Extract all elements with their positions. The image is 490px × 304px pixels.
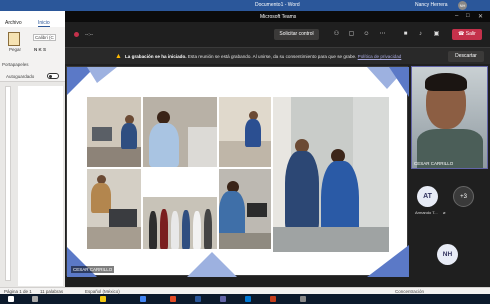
clipboard-group-label: Portapapeles [2, 62, 29, 67]
participant-avatar-at[interactable]: AT [417, 186, 438, 207]
participant-label-at: Armando T... [415, 210, 438, 215]
word-document-area [0, 82, 65, 287]
slide-decor-triangle [187, 252, 237, 277]
warning-icon: ▲ [115, 53, 122, 60]
participant-avatar-nh[interactable]: NH [437, 244, 458, 265]
windows-start-icon[interactable] [8, 296, 14, 302]
word-status-bar: Página 1 de 1 11 palabras Español (Méxic… [0, 287, 490, 294]
slide-photo-two-scientists [273, 97, 389, 252]
privacy-policy-link[interactable]: Política de privacidad [358, 54, 402, 59]
vertical-ruler [5, 86, 11, 281]
shared-screen-slide: CESAR CARRILLO [66, 66, 409, 277]
windows-taskbar [0, 294, 490, 304]
recording-notice-text: La grabación se ha iniciado. Esta reunió… [125, 54, 401, 59]
tab-archivo[interactable]: Archivo [5, 20, 22, 26]
settings-icon[interactable] [300, 296, 306, 302]
slide-photo-man-instrument [143, 97, 217, 167]
chrome-icon[interactable] [140, 296, 146, 302]
more-options-icon[interactable]: ⋯ [379, 31, 386, 38]
format-buttons[interactable]: N K S [34, 47, 46, 52]
slide-photo-man-laptop [219, 169, 271, 249]
slide-photo-lab-bench [87, 97, 141, 167]
recording-icon [74, 32, 79, 37]
autosave-toggle[interactable] [47, 73, 59, 79]
microphone-icon[interactable]: ♪ [417, 31, 424, 38]
chat-icon[interactable]: ▢ [348, 31, 355, 38]
slide-photo-computer [87, 169, 141, 249]
font-name-box[interactable]: Calibri (C [33, 34, 56, 41]
word-ribbon: Pegar Calibri (C N K S Portapapeles Auto… [0, 27, 65, 82]
participants-icon[interactable]: ⚇ [333, 31, 340, 38]
camera-icon[interactable]: ■ [402, 31, 409, 38]
word-user-name[interactable]: Nancy Herrera [415, 2, 448, 8]
meeting-toolbar: --:-- Solicitar control ⚇ ▢ ☺ ⋯ ■ ♪ ▣ ☎ … [65, 22, 490, 47]
request-control-button[interactable]: Solicitar control [274, 29, 319, 40]
teams-title-bar: Microsoft Teams – □ ✕ [65, 11, 490, 22]
recording-notice-body: Esta reunión se está grabando. Al unirse… [187, 54, 357, 59]
share-screen-icon[interactable]: ▣ [433, 31, 440, 38]
presenter-name-label: CESAR CARRILLO [71, 266, 115, 273]
tab-inicio[interactable]: Inicio [38, 20, 50, 27]
participant-video-tile[interactable]: CESAR CARRILLO [411, 66, 488, 169]
teams-window: Microsoft Teams – □ ✕ --:-- Solicitar co… [65, 11, 490, 287]
teams-title: Microsoft Teams [260, 13, 297, 20]
word-title-bar: Documento1 - Word Nancy Herrera NH [0, 0, 490, 11]
slide-photo-woman-bench [219, 97, 271, 167]
meeting-timer: --:-- [85, 32, 94, 38]
recording-notice-bar: ▲ La grabación se ha iniciado. Esta reun… [65, 47, 490, 64]
app-icon[interactable] [170, 296, 176, 302]
word-ribbon-tabs: Archivo Inicio [0, 11, 65, 27]
minimize-icon[interactable]: – [455, 13, 458, 19]
paste-label[interactable]: Pegar [9, 47, 21, 52]
document-page[interactable] [18, 86, 63, 286]
participant-name-label: CESAR CARRILLO [414, 161, 454, 166]
reactions-icon[interactable]: ☺ [363, 31, 370, 38]
search-icon[interactable] [32, 296, 38, 302]
muted-mic-icon: ⌀ [443, 210, 446, 215]
word-user-avatar[interactable]: NH [458, 1, 467, 10]
teams-taskbar-icon[interactable] [220, 296, 226, 302]
leave-label: Salir [465, 31, 476, 37]
slide-decor-triangle [87, 67, 117, 83]
dismiss-button[interactable]: Descartar [448, 51, 484, 62]
powerpoint-icon[interactable] [270, 296, 276, 302]
slide-decor-triangle [389, 67, 409, 97]
maximize-icon[interactable]: □ [466, 13, 470, 19]
word-title: Documento1 - Word [255, 2, 300, 8]
autosave-label: Autoguardado [6, 74, 35, 79]
recording-notice-bold: La grabación se ha iniciado. [125, 54, 187, 59]
edge-icon[interactable] [245, 296, 251, 302]
slide-photo-group [143, 197, 217, 249]
word-taskbar-icon[interactable] [195, 296, 201, 302]
file-explorer-icon[interactable] [100, 296, 106, 302]
leave-button[interactable]: ☎ Salir [452, 29, 482, 40]
close-icon[interactable]: ✕ [478, 13, 483, 20]
paste-icon[interactable] [8, 32, 20, 46]
more-participants-avatar[interactable]: +3 [453, 186, 474, 207]
